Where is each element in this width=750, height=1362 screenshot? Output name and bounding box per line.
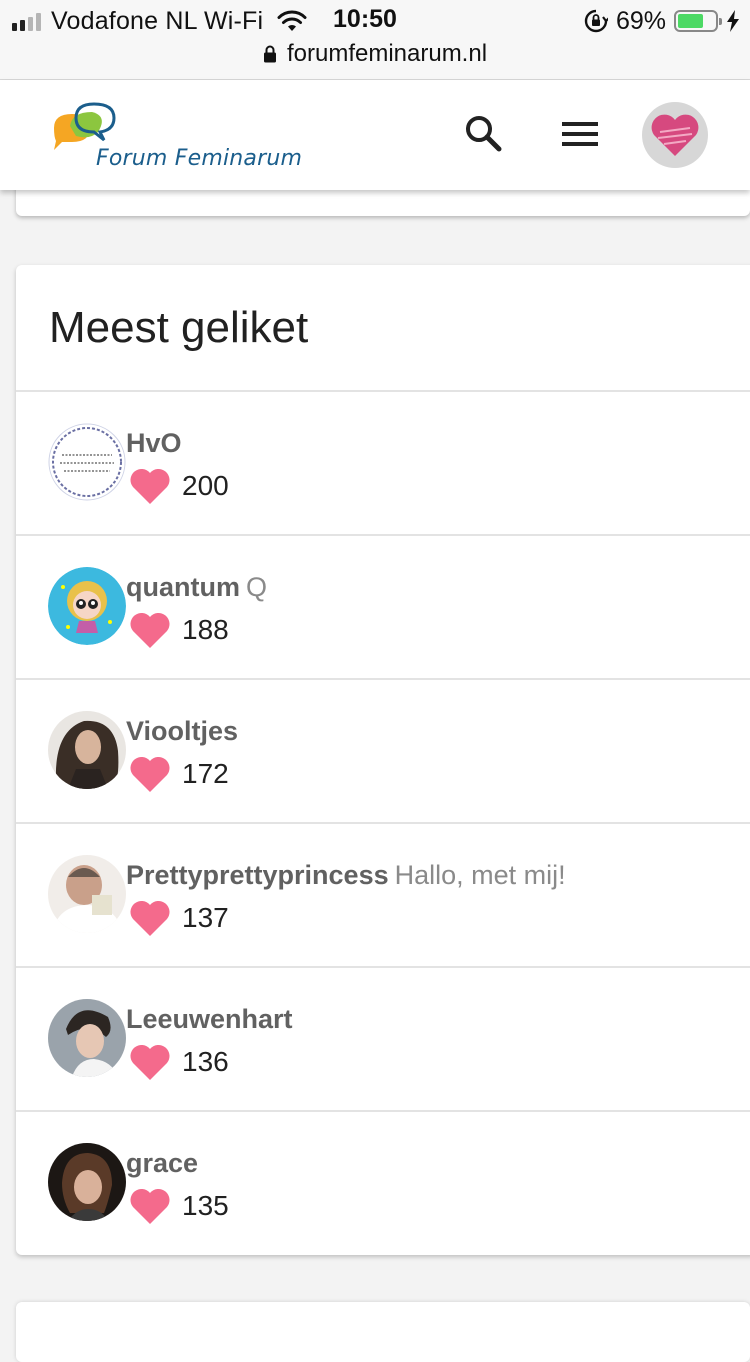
battery-level — [678, 14, 703, 28]
likes-count: 137 — [128, 898, 229, 938]
avatar[interactable] — [48, 567, 126, 645]
username-link[interactable]: grace — [126, 1148, 198, 1178]
address-bar[interactable]: forumfeminarum.nl — [0, 40, 750, 68]
battery-icon — [674, 10, 722, 32]
user-name-line: quantum Q — [126, 572, 267, 603]
user-name-line: Viooltjes — [126, 716, 244, 747]
user-name-line: grace — [126, 1148, 204, 1179]
card-title: Meest geliket — [16, 265, 750, 392]
like-count: 172 — [182, 758, 229, 789]
user-name-line: Leeuwenhart — [126, 1004, 299, 1035]
user-name-line: HvO — [126, 428, 188, 459]
heart-icon — [130, 1044, 170, 1080]
username-link[interactable]: Leeuwenhart — [126, 1004, 293, 1034]
url-text: forumfeminarum.nl — [286, 40, 488, 67]
site-header: Forum Feminarum — [0, 80, 750, 190]
user-fullname: Q — [246, 572, 268, 602]
heart-icon — [130, 468, 170, 504]
likes-count: 172 — [128, 754, 229, 794]
list-item[interactable]: quantum Q 188 — [16, 536, 750, 680]
search-icon[interactable] — [462, 112, 506, 156]
charging-bolt-icon — [727, 10, 739, 32]
avatar[interactable] — [48, 423, 126, 501]
heart-avatar-icon — [651, 114, 699, 156]
avatar[interactable] — [48, 855, 126, 933]
next-card — [16, 1302, 750, 1362]
list-item[interactable]: Viooltjes 172 — [16, 680, 750, 824]
username-link[interactable]: HvO — [126, 428, 182, 458]
logo-wordmark: Forum Feminarum — [96, 146, 303, 171]
list-item[interactable]: Leeuwenhart 136 — [16, 968, 750, 1112]
status-right: 69% — [584, 6, 740, 36]
battery-percent: 69% — [615, 6, 666, 35]
heart-icon — [130, 1188, 170, 1224]
like-count: 135 — [182, 1190, 229, 1221]
avatar[interactable] — [48, 1143, 126, 1221]
username-link[interactable]: Viooltjes — [126, 716, 238, 746]
list-item[interactable]: HvO 200 — [16, 392, 750, 536]
username-link[interactable]: Prettyprettyprincess — [126, 860, 389, 890]
username-link[interactable]: quantum — [126, 572, 240, 602]
heart-icon — [130, 612, 170, 648]
like-count: 188 — [182, 614, 229, 645]
user-name-line: Prettyprettyprincess Hallo, met mij! — [126, 860, 566, 891]
hamburger-menu-icon[interactable] — [558, 114, 602, 154]
likes-count: 136 — [128, 1042, 229, 1082]
likes-count: 188 — [128, 610, 229, 650]
like-count: 137 — [182, 902, 229, 933]
like-count: 136 — [182, 1046, 229, 1077]
likes-count: 135 — [128, 1186, 229, 1226]
likes-count: 200 — [128, 466, 229, 506]
avatar[interactable] — [48, 711, 126, 789]
site-logo[interactable]: Forum Feminarum — [50, 102, 302, 172]
heart-icon — [130, 756, 170, 792]
avatar[interactable] — [48, 999, 126, 1077]
heart-icon — [130, 900, 170, 936]
list-item[interactable]: Prettyprettyprincess Hallo, met mij! 137 — [16, 824, 750, 968]
user-avatar[interactable] — [642, 102, 708, 168]
rotation-lock-icon — [584, 9, 608, 33]
user-fullname: Hallo, met mij! — [394, 860, 566, 890]
status-bar: Vodafone NL Wi-Fi 10:50 69% forumfeminar… — [0, 0, 750, 80]
like-count: 200 — [182, 470, 229, 501]
padlock-icon — [263, 45, 276, 63]
most-liked-card: Meest geliket HvO 200 quantum Q 188 Vioo… — [16, 265, 750, 1255]
list-item[interactable]: grace 135 — [16, 1112, 750, 1255]
